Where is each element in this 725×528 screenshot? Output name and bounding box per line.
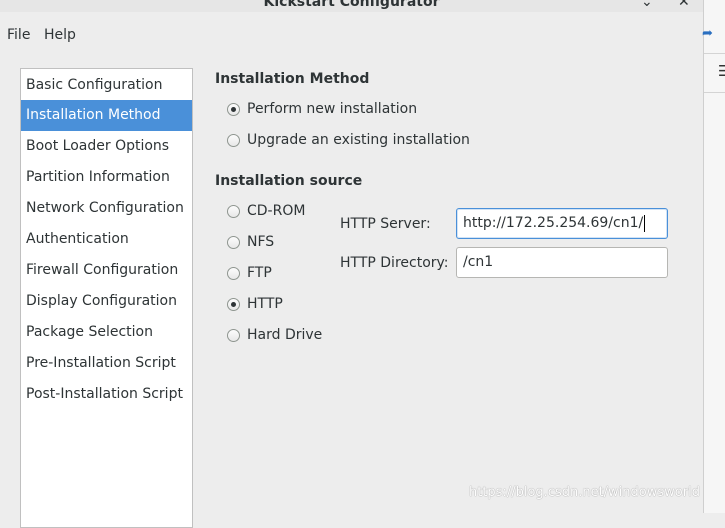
radio-label: Perform new installation bbox=[247, 101, 418, 117]
radio-unchecked-icon bbox=[227, 328, 240, 342]
sidebar-item-post-installation-script[interactable]: Post-Installation Script bbox=[21, 379, 192, 410]
radio-unchecked-icon bbox=[227, 204, 240, 218]
radio-nfs[interactable]: NFS bbox=[227, 231, 274, 253]
hamburger-menu-icon[interactable]: ☰ bbox=[718, 62, 725, 80]
http-server-value: http://172.25.254.69/cn1/ bbox=[463, 215, 644, 231]
sidebar-item-network-configuration[interactable]: Network Configuration bbox=[21, 193, 192, 224]
sidebar-item-partition-information[interactable]: Partition Information bbox=[21, 162, 192, 193]
http-directory-input[interactable]: /cn1 bbox=[456, 247, 668, 278]
watermark: https://blog.csdn.net/windowsworld bbox=[469, 485, 700, 500]
sidebar-item-basic-configuration[interactable]: Basic Configuration bbox=[21, 70, 192, 101]
radio-label: FTP bbox=[247, 265, 272, 281]
radio-http[interactable]: HTTP bbox=[227, 293, 283, 315]
installation-method-title: Installation Method bbox=[215, 71, 370, 87]
sidebar-item-authentication[interactable]: Authentication bbox=[21, 224, 192, 255]
sidebar-item-display-configuration[interactable]: Display Configuration bbox=[21, 286, 192, 317]
radio-ftp[interactable]: FTP bbox=[227, 262, 272, 284]
radio-cdrom[interactable]: CD-ROM bbox=[227, 200, 305, 222]
radio-hard-drive[interactable]: Hard Drive bbox=[227, 324, 322, 346]
radio-checked-icon bbox=[227, 102, 240, 116]
radio-label: CD-ROM bbox=[247, 203, 306, 219]
divider bbox=[704, 92, 725, 93]
http-server-input[interactable]: http://172.25.254.69/cn1/ bbox=[456, 208, 668, 239]
text-cursor bbox=[644, 214, 646, 232]
divider bbox=[704, 53, 725, 54]
radio-checked-icon bbox=[227, 297, 240, 311]
sidebar-item-boot-loader-options[interactable]: Boot Loader Options bbox=[21, 131, 192, 162]
radio-new-installation[interactable]: Perform new installation bbox=[227, 98, 417, 120]
sidebar-item-installation-method[interactable]: Installation Method bbox=[21, 100, 192, 131]
minimize-icon[interactable]: ⌄ bbox=[641, 0, 653, 10]
radio-unchecked-icon bbox=[227, 133, 240, 147]
arrow-icon: ➦ bbox=[702, 26, 713, 41]
http-directory-label: HTTP Directory: bbox=[340, 255, 449, 271]
sidebar-item-pre-installation-script[interactable]: Pre-Installation Script bbox=[21, 348, 192, 379]
title-bar: Kickstart Configurator ⌄ ✕ bbox=[0, 0, 703, 12]
radio-unchecked-icon bbox=[227, 266, 240, 280]
background-window-edge: ➦ ☰ bbox=[702, 0, 725, 513]
sidebar-list: Basic Configuration Installation Method … bbox=[20, 68, 193, 528]
sidebar-item-firewall-configuration[interactable]: Firewall Configuration bbox=[21, 255, 192, 286]
menu-file[interactable]: File bbox=[7, 27, 30, 43]
http-directory-value: /cn1 bbox=[463, 254, 494, 270]
radio-label: NFS bbox=[247, 234, 275, 250]
menu-help[interactable]: Help bbox=[44, 27, 76, 43]
sidebar-item-package-selection[interactable]: Package Selection bbox=[21, 317, 192, 348]
radio-label: Hard Drive bbox=[247, 327, 323, 343]
window-title: Kickstart Configurator bbox=[263, 0, 440, 10]
radio-unchecked-icon bbox=[227, 235, 240, 249]
close-icon[interactable]: ✕ bbox=[678, 0, 690, 10]
radio-label: Upgrade an existing installation bbox=[247, 132, 470, 148]
http-server-label: HTTP Server: bbox=[340, 216, 431, 232]
installation-source-title: Installation source bbox=[215, 173, 363, 189]
radio-upgrade-installation[interactable]: Upgrade an existing installation bbox=[227, 129, 470, 151]
radio-label: HTTP bbox=[247, 296, 283, 312]
